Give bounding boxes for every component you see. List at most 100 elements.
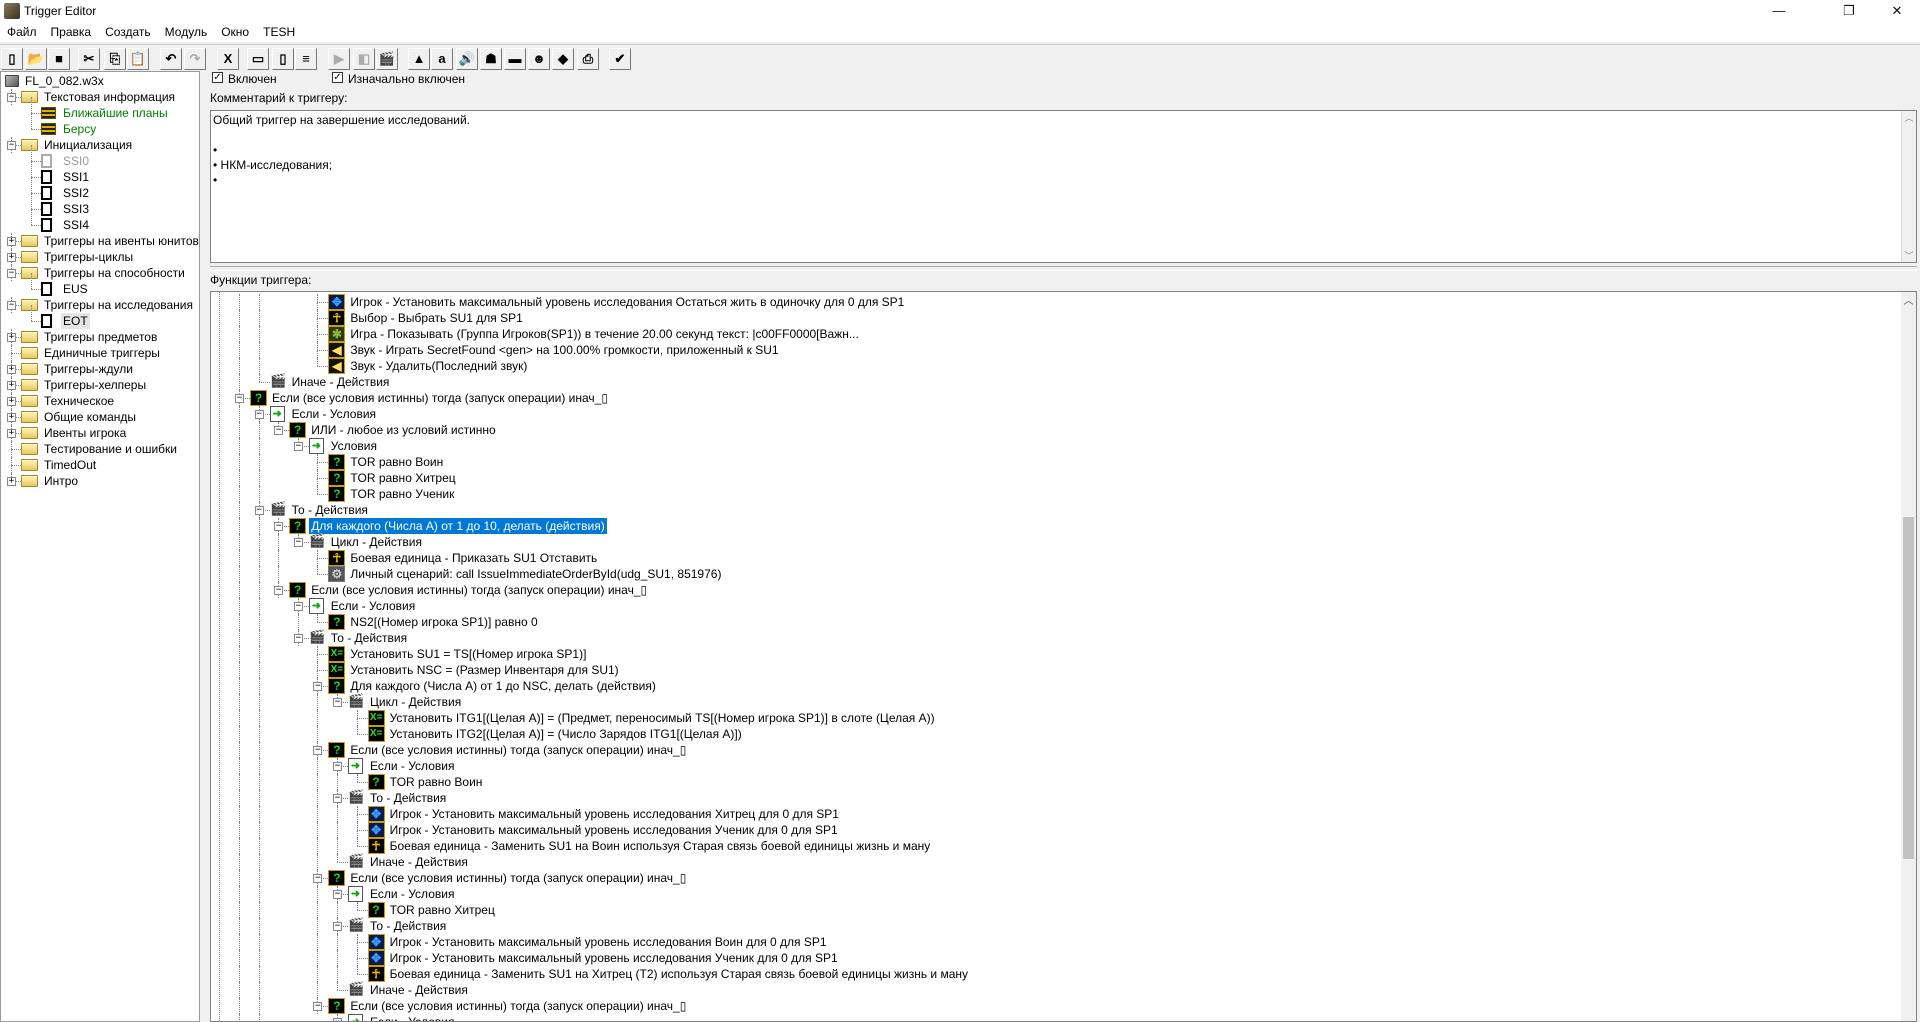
trigger-tree-item[interactable]: + Триггеры-циклы [1, 249, 199, 265]
collapse-icon[interactable]: − [7, 141, 16, 150]
collapse-icon[interactable]: − [333, 1018, 342, 1021]
trigger-tree-item[interactable]: + Техническое [1, 393, 199, 409]
maximize-button[interactable]: ❐ [1826, 0, 1872, 22]
function-tree-item[interactable]: Личный сценарий: call IssueImmediateOrde… [348, 566, 723, 582]
variables-button[interactable]: X [217, 48, 239, 70]
function-tree-item[interactable]: Если (все условия истинны) тогда (запуск… [348, 870, 688, 886]
function-tree-item[interactable]: TOR равно Воин [388, 774, 485, 790]
comment-scrollbar[interactable]: ︿ ﹀ [1901, 111, 1916, 262]
import-manager-button[interactable]: ◆ [552, 48, 574, 70]
terrain-editor-button[interactable]: ▲ [408, 48, 430, 70]
function-tree-item[interactable]: Игрок - Установить максимальный уровень … [388, 822, 840, 838]
function-tree-item[interactable]: NS2[(Номер игрока SP1)] равно 0 [348, 614, 539, 630]
paste-button[interactable]: 📋 [127, 48, 149, 70]
menu-4[interactable]: Окно [214, 22, 256, 42]
function-tree-item[interactable]: Игрок - Установить максимальный уровень … [388, 934, 829, 950]
test-map-button[interactable]: ✔ [609, 48, 631, 70]
expand-icon[interactable]: + [7, 429, 16, 438]
function-tree-item[interactable]: Установить NSC = (Размер Инвентаря для S… [348, 662, 620, 678]
collapse-icon[interactable]: − [293, 634, 303, 643]
function-tree-item[interactable]: Иначе - Действия [368, 854, 470, 870]
trigger-editor-button[interactable]: a [431, 48, 453, 70]
function-tree-item[interactable]: Если - Условия [329, 598, 417, 614]
trigger-tree-item[interactable]: + Триггеры-ждули [1, 361, 199, 377]
collapse-icon[interactable]: − [313, 746, 323, 755]
splitter[interactable] [210, 266, 1917, 271]
function-tree-item[interactable]: Для каждого (Числа А) от 1 до 10, делать… [308, 517, 608, 535]
function-tree-item[interactable]: Иначе - Действия [290, 374, 392, 390]
save-button[interactable]: ■ [48, 48, 70, 70]
collapse-icon[interactable]: − [313, 1002, 323, 1011]
expand-icon[interactable]: + [7, 253, 16, 262]
redo-button[interactable]: ↷ [184, 48, 206, 70]
trigger-tree-item[interactable]: Единичные триггеры [1, 345, 199, 361]
function-tree-item[interactable]: TOR равно Воин [348, 454, 445, 470]
collapse-icon[interactable]: − [333, 922, 342, 931]
new-event-button[interactable]: ▶ [328, 48, 350, 70]
collapse-icon[interactable]: − [333, 762, 342, 771]
minimize-button[interactable]: — [1756, 0, 1802, 22]
function-tree-item[interactable]: Если (все условия истинны) тогда (запуск… [348, 742, 688, 758]
function-tree-item[interactable]: Если (все условия истинны) тогда (запуск… [270, 390, 610, 406]
collapse-icon[interactable]: − [293, 602, 303, 611]
function-tree-item[interactable]: Для каждого (Числа А) от 1 до NSC, делат… [348, 678, 658, 694]
scroll-down-icon[interactable]: ﹀ [1902, 249, 1916, 262]
function-tree-item[interactable]: Звук - Играть SecretFound <gen> на 100.0… [348, 342, 780, 358]
function-tree-item[interactable]: Если (все условия истинны) тогда (запуск… [309, 582, 649, 598]
scroll-up-icon[interactable]: ︿ [1901, 292, 1916, 307]
menu-0[interactable]: Файл [0, 22, 44, 42]
function-tree-item[interactable]: TOR равно Хитрец [348, 470, 457, 486]
function-tree-item[interactable]: Если - Условия [368, 1014, 456, 1021]
new-button[interactable]: ▯ [1, 48, 23, 70]
collapse-icon[interactable]: − [293, 538, 303, 547]
function-tree-item[interactable]: Цикл - Действия [368, 694, 463, 710]
scroll-up-icon[interactable]: ︿ [1902, 111, 1916, 124]
expand-icon[interactable]: + [7, 365, 16, 374]
collapse-icon[interactable]: − [313, 682, 323, 691]
trigger-tree-item[interactable]: + Триггеры-хелперы [1, 377, 199, 393]
tree-scrollbar[interactable]: ︿ [1901, 292, 1916, 1021]
function-tree-item[interactable]: То - Действия [368, 790, 448, 806]
trigger-tree-item[interactable]: + Общие команды [1, 409, 199, 425]
collapse-icon[interactable]: − [7, 93, 16, 102]
collapse-icon[interactable]: − [313, 874, 323, 883]
new-condition-button[interactable]: ◧ [353, 48, 375, 70]
open-button[interactable]: 📂 [25, 48, 47, 70]
trigger-tree-item[interactable]: FL_0_082.w3x [1, 73, 199, 89]
collapse-icon[interactable]: − [235, 394, 244, 403]
collapse-icon[interactable]: − [293, 442, 303, 451]
collapse-icon[interactable]: − [7, 269, 16, 278]
initially-on-checkbox[interactable]: ✓ [332, 72, 343, 83]
trigger-tree-item[interactable]: Тестирование и ошибки [1, 441, 199, 457]
sound-editor-button[interactable]: 🔊 [456, 48, 478, 70]
undo-button[interactable]: ↶ [160, 48, 182, 70]
comment-textarea[interactable]: Общий триггер на завершение исследований… [210, 110, 1917, 263]
function-tree-item[interactable]: Игрок - Установить максимальный уровень … [348, 294, 906, 310]
function-tree-item[interactable]: То - Действия [290, 502, 370, 518]
new-action-button[interactable]: 🎬 [376, 48, 398, 70]
function-tree-item[interactable]: Боевая единица - Заменить SU1 на Воин ис… [388, 838, 933, 854]
function-tree-item[interactable]: Боевая единица - Приказать SU1 Отставить [348, 550, 599, 566]
trigger-functions-tree[interactable]: ︿ ✥ Игрок - Установить максимальный урове… [210, 291, 1917, 1022]
cut-button[interactable]: ✂ [78, 48, 100, 70]
trigger-tree-item[interactable]: + Триггеры предметов [1, 329, 199, 345]
script-button[interactable]: ⎙ [577, 48, 599, 70]
function-tree-item[interactable]: TOR равно Ученик [348, 486, 456, 502]
function-tree-item[interactable]: Если - Условия [368, 886, 456, 902]
expand-icon[interactable]: + [7, 397, 16, 406]
function-tree-item[interactable]: Установить ITG1[(Целая А)] = (Предмет, п… [388, 710, 937, 726]
menu-3[interactable]: Модуль [158, 22, 215, 42]
function-tree-item[interactable]: Установить SU1 = TS[(Номер игрока SP1)] [348, 646, 588, 662]
collapse-icon[interactable]: − [274, 426, 284, 435]
function-tree-item[interactable]: TOR равно Хитрец [388, 902, 497, 918]
function-tree-item[interactable]: Цикл - Действия [329, 534, 424, 550]
enabled-checkbox[interactable]: ✓ [212, 72, 223, 83]
copy-button[interactable]: ⎘ [104, 48, 126, 70]
function-tree-item[interactable]: Если (все условия истинны) тогда (запуск… [348, 998, 688, 1014]
expand-icon[interactable]: + [7, 333, 16, 342]
function-tree-item[interactable]: ИЛИ - любое из условий истинно [309, 422, 498, 438]
collapse-icon[interactable]: − [333, 698, 342, 707]
new-comment-button[interactable]: ≡ [295, 48, 317, 70]
collapse-icon[interactable]: − [254, 506, 264, 515]
function-tree-item[interactable]: Иначе - Действия [368, 982, 470, 998]
